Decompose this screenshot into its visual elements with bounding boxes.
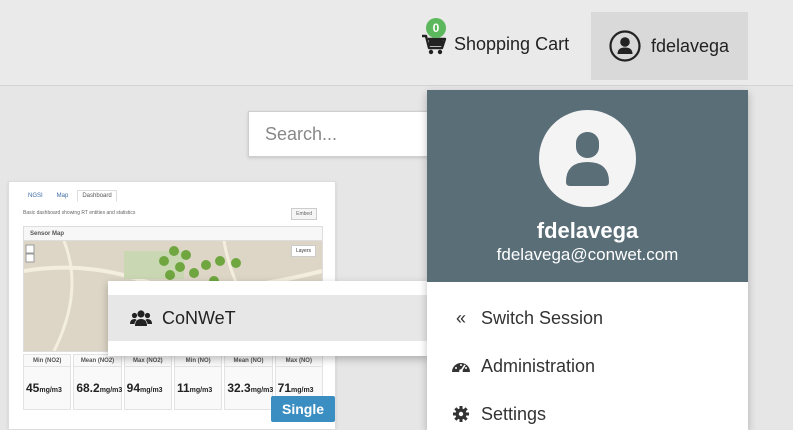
preview-tabs: NGSI Map Dashboard (23, 190, 117, 202)
stat-label: Min (NO2) (24, 355, 71, 367)
cart-icon: 0 (420, 18, 448, 56)
user-avatar-large (539, 110, 636, 207)
menu-item-label: Switch Session (481, 307, 604, 328)
users-group-icon (130, 310, 152, 326)
stat-cell: Max (NO2) 94mg/m3 (123, 354, 172, 410)
user-email: fdelavega@conwet.com (496, 245, 679, 264)
user-profile-header: fdelavega fdelavega@conwet.com (427, 90, 748, 282)
stat-label: Max (NO) (275, 355, 322, 367)
preview-tab-ngsi: NGSI (28, 193, 43, 199)
stat-label: Min (NO) (174, 355, 222, 367)
cart-count-badge: 0 (426, 18, 446, 38)
stat-value: 71mg/m3 (277, 381, 314, 395)
cart-label: Shopping Cart (454, 33, 570, 54)
menu-administration[interactable]: Administration (427, 344, 748, 388)
username-label: fdelavega (651, 35, 730, 56)
user-dropdown-panel: fdelavega fdelavega@conwet.com « Switch … (427, 90, 748, 430)
preview-embed-button: Embed (291, 208, 317, 220)
stat-cell: Min (NO) 11mg/m3 (173, 354, 223, 410)
stat-cell: Min (NO2) 45mg/m3 (23, 354, 72, 410)
stat-value: 32.3mg/m3 (227, 381, 274, 395)
gear-icon (451, 405, 471, 423)
map-layers-control: Layers (290, 245, 316, 257)
org-item-conwet[interactable]: CoNWeT (108, 295, 428, 341)
stat-value: 68.2mg/m3 (76, 381, 123, 395)
user-full-name: fdelavega (536, 218, 639, 243)
stat-cell: Mean (NO2) 68.2mg/m3 (73, 354, 123, 410)
shopping-cart-link[interactable]: 0 Shopping Cart (420, 16, 569, 72)
org-item-label: CoNWeT (162, 307, 236, 328)
single-badge[interactable]: Single (271, 396, 335, 422)
menu-item-label: Settings (481, 403, 547, 424)
stat-label: Mean (NO) (225, 355, 272, 367)
top-navbar: 0 Shopping Cart fdelavega (0, 0, 793, 86)
organization-submenu: CoNWeT (108, 281, 428, 356)
stat-value: 94mg/m3 (126, 381, 163, 395)
user-menu-toggle[interactable]: fdelavega (591, 12, 748, 80)
stat-value: 45mg/m3 (26, 381, 62, 395)
stat-cell: Mean (NO) 32.3mg/m3 (224, 354, 274, 410)
preview-tab-dashboard: Dashboard (77, 190, 117, 202)
preview-tab-map: Map (56, 193, 69, 199)
search-input[interactable] (248, 111, 448, 157)
user-avatar-icon (609, 30, 641, 62)
preview-description: Basic dashboard showing RT entities and … (23, 210, 136, 216)
stat-label: Max (NO2) (124, 355, 171, 367)
double-chevron-left-icon: « (455, 307, 466, 328)
sensor-map-title: Sensor Map (24, 227, 322, 241)
menu-item-label: Administration (481, 355, 596, 376)
menu-switch-session[interactable]: « Switch Session (427, 296, 748, 340)
stat-value: 11mg/m3 (176, 381, 213, 395)
dashboard-gauge-icon (451, 357, 471, 375)
stat-label: Mean (NO2) (74, 355, 121, 367)
menu-settings[interactable]: Settings (427, 392, 748, 430)
